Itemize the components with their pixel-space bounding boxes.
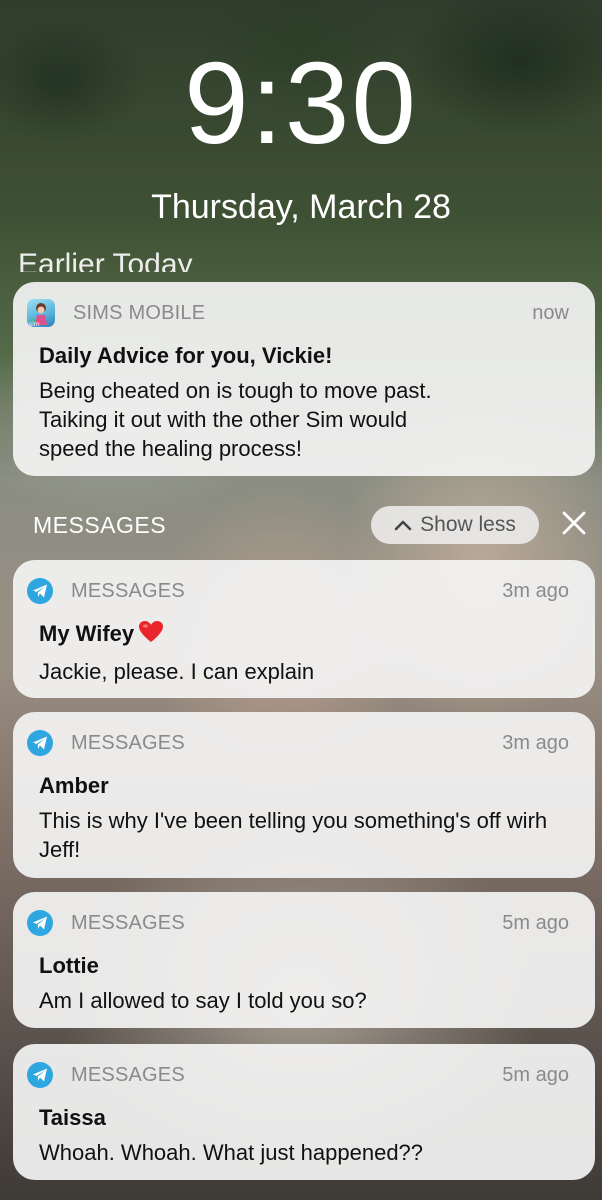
chevron-up-icon — [394, 513, 412, 537]
close-icon — [562, 511, 586, 540]
notification-time: 3m ago — [502, 731, 569, 754]
notification-app-name: SIMS MOBILE — [73, 301, 206, 324]
messages-group-header: MESSAGES Show less — [0, 506, 602, 546]
notification-title: Daily Advice for you, Vickie! — [39, 343, 333, 368]
notification-sims-mobile[interactable]: sim SIMS MOBILE now Daily Advice for you… — [13, 282, 595, 476]
paper-plane-icon — [27, 1062, 53, 1088]
notification-header: sim SIMS MOBILE now — [27, 298, 569, 328]
lockscreen-clock: 9:30 — [184, 38, 418, 168]
notification-sender: Amber — [39, 773, 109, 798]
notification-message[interactable]: MESSAGES 3m ago Amber This is why I've b… — [13, 712, 595, 878]
svg-text:sim: sim — [29, 321, 40, 327]
notification-message[interactable]: MESSAGES 3m ago My Wifey Jackie, please.… — [13, 560, 595, 698]
notification-sender: Taissa — [39, 1105, 106, 1130]
sims-mobile-app-icon: sim — [27, 299, 55, 327]
paper-plane-icon — [27, 910, 53, 936]
notification-app-name: MESSAGES — [71, 911, 185, 934]
notification-time: 5m ago — [502, 1063, 569, 1086]
notification-body: This is why I've been telling you someth… — [39, 808, 548, 862]
clear-group-button[interactable] — [558, 508, 590, 542]
notification-body: Am I allowed to say I told you so? — [39, 988, 367, 1013]
notification-sender: Lottie — [39, 953, 99, 978]
notification-app-name: MESSAGES — [71, 731, 185, 754]
section-label-earlier-today: Earlier Today — [18, 250, 193, 272]
show-less-label: Show less — [420, 513, 516, 536]
paper-plane-icon — [27, 730, 53, 756]
notification-message[interactable]: MESSAGES 5m ago Taissa Whoah. Whoah. Wha… — [13, 1044, 595, 1180]
notification-time: now — [532, 301, 569, 324]
notification-header: MESSAGES 5m ago — [27, 908, 569, 938]
notification-header: MESSAGES 3m ago — [27, 576, 569, 606]
notification-message[interactable]: MESSAGES 5m ago Lottie Am I allowed to s… — [13, 892, 595, 1028]
notification-sender: My Wifey — [39, 620, 569, 651]
sender-name: My Wifey — [39, 621, 135, 646]
notification-body: Being cheated on is tough to move past. … — [39, 378, 432, 461]
notification-app-name: MESSAGES — [71, 579, 185, 602]
notification-time: 3m ago — [502, 579, 569, 602]
notification-body: Whoah. Whoah. What just happened?? — [39, 1140, 424, 1165]
heart-icon — [138, 620, 164, 651]
show-less-button[interactable]: Show less — [371, 506, 539, 544]
notification-header: MESSAGES 5m ago — [27, 1060, 569, 1090]
paper-plane-icon — [27, 578, 53, 604]
lockscreen-date: Thursday, March 28 — [151, 188, 451, 226]
notification-body: Jackie, please. I can explain — [39, 659, 315, 684]
notification-header: MESSAGES 3m ago — [27, 728, 569, 758]
notification-app-name: MESSAGES — [71, 1063, 185, 1086]
notification-time: 5m ago — [502, 911, 569, 934]
group-title: MESSAGES — [33, 512, 167, 538]
